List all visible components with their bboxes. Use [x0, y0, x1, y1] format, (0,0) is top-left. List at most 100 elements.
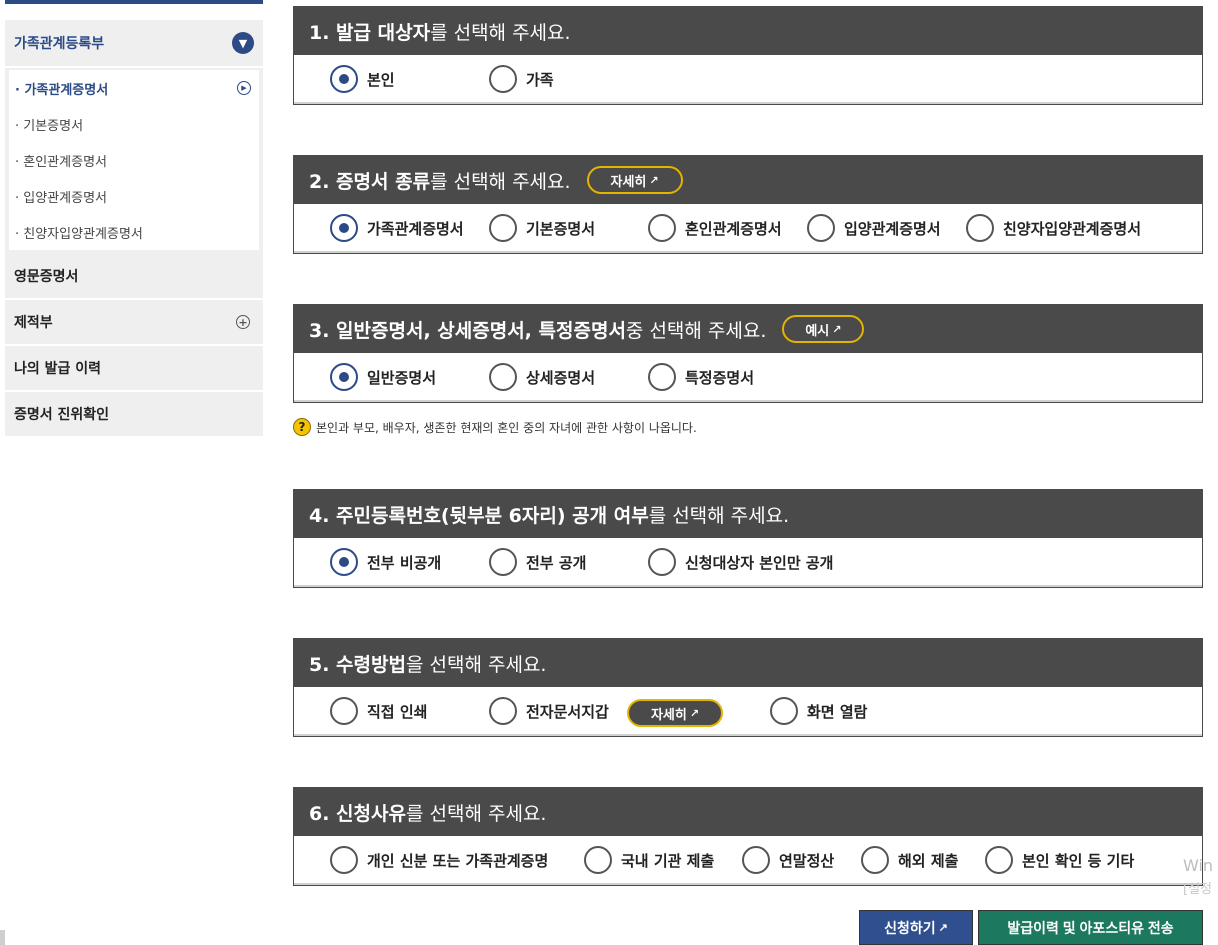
radio-circle[interactable] — [966, 214, 994, 242]
sidebar-item-label: · 입양관계증명서 — [15, 190, 107, 206]
question-title-suffix: 를 선택해 주세요. — [430, 21, 571, 44]
apply-button[interactable]: 신청하기 ↗ — [859, 910, 973, 945]
radio-circle[interactable] — [489, 363, 517, 391]
question-title: 2. 증명서 종류 — [309, 170, 431, 193]
sidebar-section-verify[interactable]: 증명서 진위확인 — [5, 392, 263, 438]
radio-digital-wallet[interactable]: 전자문서지갑 — [489, 697, 609, 725]
radio-circle[interactable] — [489, 214, 517, 242]
radio-circle[interactable] — [330, 846, 358, 874]
radio-self[interactable]: 본인 — [330, 65, 395, 93]
radio-general-cert[interactable]: 일반증명서 — [330, 363, 436, 391]
sidebar-item-label: · 가족관계증명서 — [15, 82, 109, 98]
sidebar-item-full-adoption-cert[interactable]: · 친양자입양관계증명서 — [9, 214, 259, 250]
sidebar-item-family-relation-cert[interactable]: · 가족관계증명서 ▶ — [9, 70, 259, 106]
sidebar-section-label: 증명서 진위확인 — [14, 407, 110, 423]
option-label: 혼인관계증명서 — [685, 219, 782, 238]
question-header: 6. 신청사유 를 선택해 주세요. — [294, 788, 1202, 836]
radio-circle[interactable] — [742, 846, 770, 874]
external-link-icon: ↗ — [689, 706, 700, 720]
sidebar: 가족관계등록부 ▼ · 가족관계증명서 ▶ · 기본증명서 · 혼인관계증명서 … — [5, 20, 263, 438]
play-icon: ▶ — [237, 81, 251, 95]
radio-family-relation-cert[interactable]: 가족관계증명서 — [330, 214, 464, 242]
question-options: 가족관계증명서 기본증명서 혼인관계증명서 입양관계증명서 친양자입양관계증명서 — [294, 204, 1202, 253]
option-label: 가족 — [526, 70, 554, 89]
radio-marriage-cert[interactable]: 혼인관계증명서 — [648, 214, 782, 242]
sidebar-section-family-registry[interactable]: 가족관계등록부 ▼ — [5, 20, 263, 68]
plus-icon[interactable]: + — [236, 315, 250, 329]
radio-circle[interactable] — [489, 548, 517, 576]
radio-self-only-public[interactable]: 신청대상자 본인만 공개 — [648, 548, 833, 576]
radio-circle[interactable] — [648, 363, 676, 391]
sidebar-item-adoption-cert[interactable]: · 입양관계증명서 — [9, 178, 259, 214]
sidebar-item-basic-cert[interactable]: · 기본증명서 — [9, 106, 259, 142]
cert-hint: ? 본인과 부모, 배우자, 생존한 현재의 혼인 중의 자녀에 관한 사항이 … — [293, 418, 697, 436]
sidebar-item-marriage-cert[interactable]: · 혼인관계증명서 — [9, 142, 259, 178]
radio-circle[interactable] — [648, 214, 676, 242]
question-cert-detail-level: 3. 일반증명서, 상세증명서, 특정증명서 중 선택해 주세요. 예시 ↗ 일반… — [293, 304, 1203, 403]
radio-direct-print[interactable]: 직접 인쇄 — [330, 697, 427, 725]
sidebar-section-issue-history[interactable]: 나의 발급 이력 — [5, 346, 263, 392]
sidebar-item-label: · 친양자입양관계증명서 — [15, 226, 143, 242]
radio-screen-view[interactable]: 화면 열람 — [770, 697, 867, 725]
question-options: 직접 인쇄 전자문서지갑 자세히 ↗ 화면 열람 — [294, 687, 1202, 736]
question-mark-icon: ? — [293, 418, 311, 436]
radio-overseas[interactable]: 해외 제출 — [861, 846, 958, 874]
radio-circle[interactable] — [985, 846, 1013, 874]
radio-year-end-tax[interactable]: 연말정산 — [742, 846, 834, 874]
radio-other[interactable]: 본인 확인 등 기타 — [985, 846, 1134, 874]
example-button[interactable]: 예시 ↗ — [782, 315, 865, 343]
radio-circle[interactable] — [489, 65, 517, 93]
chevron-down-icon[interactable]: ▼ — [232, 32, 254, 54]
radio-circle[interactable] — [584, 846, 612, 874]
radio-circle[interactable] — [330, 363, 358, 391]
radio-adoption-cert[interactable]: 입양관계증명서 — [807, 214, 941, 242]
question-title-suffix: 을 선택해 주세요. — [405, 653, 547, 676]
apply-button-label: 신청하기 — [884, 919, 936, 936]
sidebar-submenu: · 가족관계증명서 ▶ · 기본증명서 · 혼인관계증명서 · 입양관계증명서 … — [5, 68, 263, 254]
question-header: 4. 주민등록번호(뒷부분 6자리) 공개 여부 를 선택해 주세요. — [294, 490, 1202, 538]
radio-all-private[interactable]: 전부 비공개 — [330, 548, 441, 576]
send-history-apostille-button[interactable]: 발급이력 및 아포스티유 전송 — [978, 910, 1203, 945]
radio-circle[interactable] — [489, 697, 517, 725]
sidebar-section-removed-register[interactable]: 제적부 + — [5, 300, 263, 346]
question-title-suffix: 를 선택해 주세요. — [430, 170, 571, 193]
radio-circle[interactable] — [648, 548, 676, 576]
option-label: 전부 공개 — [526, 553, 587, 572]
sidebar-item-label: · 기본증명서 — [15, 118, 84, 134]
question-options: 개인 신분 또는 가족관계증명 국내 기관 제출 연말정산 해외 제출 본인 확… — [294, 836, 1202, 885]
question-title-suffix: 를 선택해 주세요. — [648, 504, 790, 527]
radio-all-public[interactable]: 전부 공개 — [489, 548, 586, 576]
question-options: 일반증명서 상세증명서 특정증명서 — [294, 353, 1202, 402]
radio-family[interactable]: 가족 — [489, 65, 554, 93]
radio-specific-cert[interactable]: 특정증명서 — [648, 363, 754, 391]
option-label: 기본증명서 — [526, 219, 596, 238]
radio-circle[interactable] — [861, 846, 889, 874]
window-edge — [0, 930, 5, 945]
question-options: 본인 가족 — [294, 55, 1202, 104]
radio-circle[interactable] — [330, 214, 358, 242]
question-header: 2. 증명서 종류 를 선택해 주세요. 자세히 ↗ — [294, 156, 1202, 204]
question-issue-target: 1. 발급 대상자 를 선택해 주세요. 본인 가족 — [293, 6, 1203, 105]
radio-circle[interactable] — [330, 65, 358, 93]
question-header: 1. 발급 대상자 를 선택해 주세요. — [294, 7, 1202, 55]
question-title: 3. 일반증명서, 상세증명서, 특정증명서 — [309, 319, 626, 342]
option-label: 상세증명서 — [526, 368, 596, 387]
radio-circle[interactable] — [330, 548, 358, 576]
radio-basic-cert[interactable]: 기본증명서 — [489, 214, 595, 242]
details-button[interactable]: 자세히 ↗ — [586, 166, 683, 194]
option-label: 화면 열람 — [807, 702, 868, 721]
question-title: 6. 신청사유 — [309, 802, 406, 825]
radio-identity-family[interactable]: 개인 신분 또는 가족관계증명 — [330, 846, 548, 874]
radio-domestic-agency[interactable]: 국내 기관 제출 — [584, 846, 714, 874]
sidebar-section-english-cert[interactable]: 영문증명서 — [5, 254, 263, 300]
option-label: 본인 — [367, 70, 395, 89]
radio-circle[interactable] — [807, 214, 835, 242]
radio-full-adoption-cert[interactable]: 친양자입양관계증명서 — [966, 214, 1141, 242]
radio-circle[interactable] — [330, 697, 358, 725]
option-label: 국내 기관 제출 — [621, 851, 715, 870]
option-label: 직접 인쇄 — [367, 702, 428, 721]
radio-detailed-cert[interactable]: 상세증명서 — [489, 363, 595, 391]
radio-circle[interactable] — [770, 697, 798, 725]
wallet-details-button[interactable]: 자세히 ↗ — [627, 699, 723, 727]
option-label: 입양관계증명서 — [844, 219, 941, 238]
